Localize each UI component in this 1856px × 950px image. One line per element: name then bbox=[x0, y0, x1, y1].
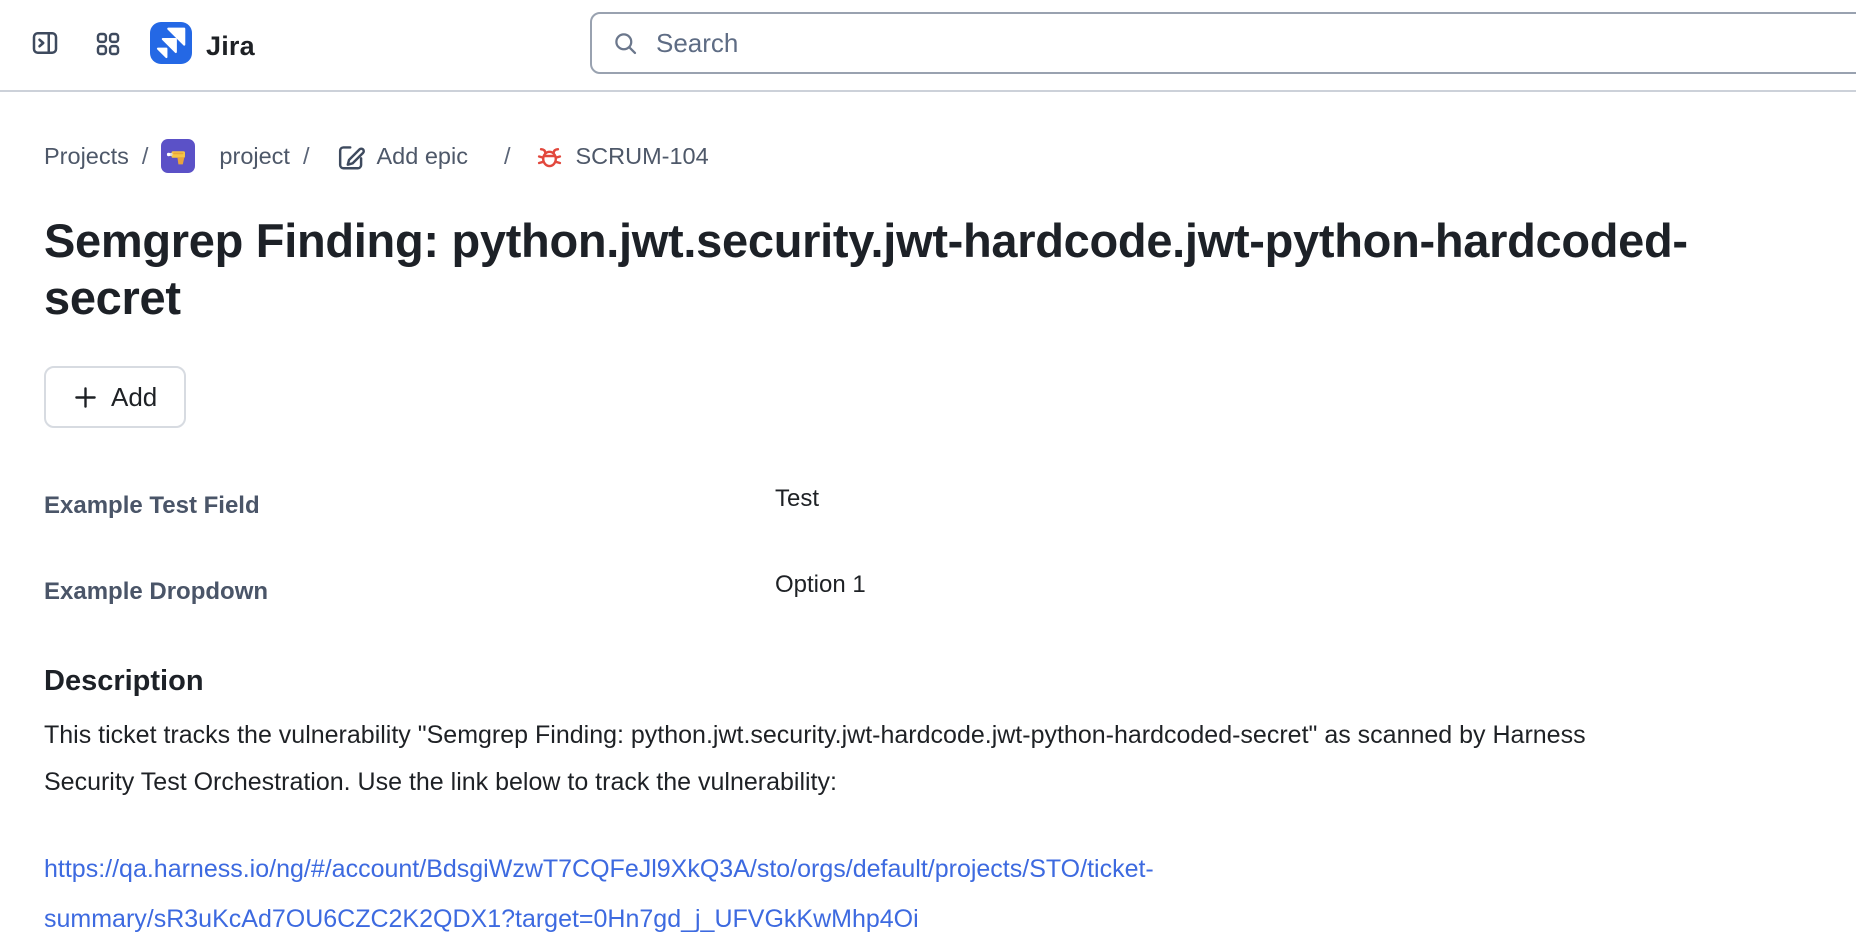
search-bar[interactable] bbox=[590, 12, 1856, 74]
field-row-example-dropdown: Example Dropdown Option 1 bbox=[44, 578, 1856, 606]
breadcrumb-separator: / bbox=[142, 143, 149, 170]
add-button-label: Add bbox=[111, 382, 157, 413]
field-value-example-test-field[interactable]: Test bbox=[775, 485, 819, 513]
expand-sidebar-icon bbox=[30, 28, 60, 58]
top-navigation-bar: Jira bbox=[0, 0, 1856, 92]
field-row-example-test-field: Example Test Field Test bbox=[44, 492, 1856, 520]
description-section: Description This ticket tracks the vulne… bbox=[0, 664, 1856, 944]
bug-icon bbox=[535, 142, 564, 171]
search-input[interactable] bbox=[654, 14, 1856, 72]
field-label: Example Dropdown bbox=[44, 578, 775, 606]
breadcrumb: Projects / project / Add epic / bbox=[44, 138, 1856, 174]
description-body: This ticket tracks the vulnerability "Se… bbox=[44, 712, 1604, 806]
plus-icon bbox=[73, 385, 98, 410]
description-heading: Description bbox=[44, 664, 1856, 698]
add-button[interactable]: Add bbox=[44, 366, 186, 428]
breadcrumb-issue-key-link[interactable]: SCRUM-104 bbox=[575, 143, 708, 170]
breadcrumb-separator: / bbox=[504, 143, 511, 170]
vulnerability-link[interactable]: https://qa.harness.io/ng/#/account/Bdsgi… bbox=[44, 855, 1154, 933]
field-value-example-dropdown[interactable]: Option 1 bbox=[775, 571, 866, 599]
description-link-wrap: https://qa.harness.io/ng/#/account/Bdsgi… bbox=[44, 844, 1604, 944]
breadcrumb-projects-link[interactable]: Projects bbox=[44, 143, 129, 170]
field-label: Example Test Field bbox=[44, 492, 775, 520]
drill-project-avatar-icon bbox=[161, 139, 195, 173]
edit-icon bbox=[335, 141, 366, 172]
expand-sidebar-button[interactable] bbox=[28, 26, 62, 60]
breadcrumb-separator: / bbox=[303, 143, 310, 170]
breadcrumb-add-epic-link[interactable]: Add epic bbox=[377, 143, 468, 170]
app-switcher-icon bbox=[94, 30, 122, 58]
issue-title[interactable]: Semgrep Finding: python.jwt.security.jwt… bbox=[44, 212, 1812, 326]
jira-logo-icon bbox=[150, 22, 192, 64]
app-switcher-button[interactable] bbox=[92, 28, 124, 60]
search-icon bbox=[612, 30, 639, 57]
custom-fields: Example Test Field Test Example Dropdown… bbox=[0, 492, 1856, 606]
jira-logo[interactable] bbox=[150, 22, 192, 64]
app-name: Jira bbox=[206, 0, 255, 92]
breadcrumb-project-link[interactable]: project bbox=[219, 143, 290, 170]
